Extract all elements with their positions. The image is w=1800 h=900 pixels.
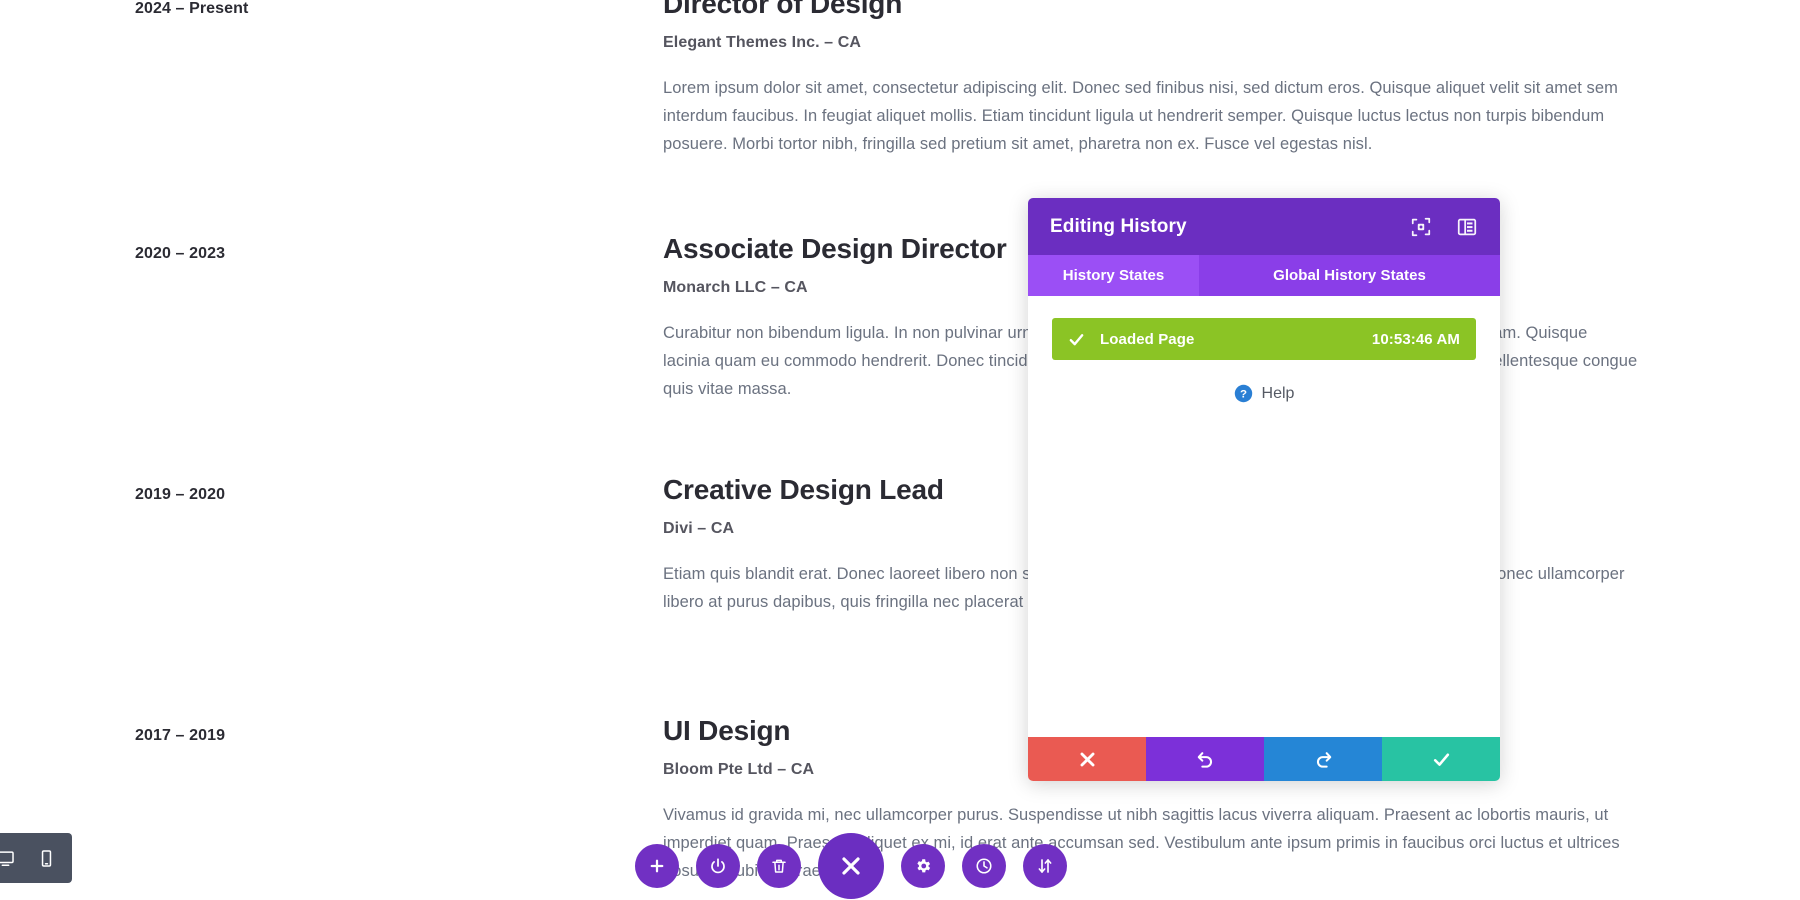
entry-date: 2017 – 2019 (135, 727, 226, 744)
modal-tabs: History States Global History States (1028, 255, 1500, 296)
responsive-preview-bar (0, 833, 72, 883)
floating-toolbar (635, 833, 1067, 899)
page-root: 2024 – Present Director of Design Elegan… (0, 0, 1800, 900)
modal-title: Editing History (1050, 215, 1187, 237)
help-label: Help (1261, 384, 1295, 402)
layout-panel-icon[interactable] (1456, 216, 1478, 238)
entry-title: Director of Design (663, 0, 903, 19)
close-main-button[interactable] (818, 833, 884, 899)
modal-save-button[interactable] (1382, 737, 1500, 781)
modal-undo-button[interactable] (1146, 737, 1264, 781)
svg-text:?: ? (1240, 389, 1247, 401)
history-state-time: 10:53:46 AM (1371, 330, 1460, 348)
help-question-icon: ? (1234, 384, 1253, 403)
desktop-view-button[interactable] (0, 849, 15, 868)
entry-date: 2019 – 2020 (135, 486, 226, 503)
sort-button[interactable] (1023, 844, 1067, 888)
help-link[interactable]: ? Help (1052, 384, 1476, 403)
entry-date: 2020 – 2023 (135, 245, 226, 262)
history-button[interactable] (962, 844, 1006, 888)
modal-header: Editing History (1028, 198, 1500, 255)
entry-company: Elegant Themes Inc. – CA (663, 34, 862, 52)
entry-body: Director of Design Elegant Themes Inc. –… (663, 0, 1638, 158)
modal-close-button[interactable] (1028, 737, 1146, 781)
add-button[interactable] (635, 844, 679, 888)
modal-footer (1028, 737, 1500, 781)
tab-global-history-states[interactable]: Global History States (1199, 255, 1500, 296)
phone-view-button[interactable] (37, 849, 56, 868)
history-state-label: Loaded Page (1100, 330, 1195, 348)
focus-icon[interactable] (1410, 216, 1432, 238)
modal-redo-button[interactable] (1264, 737, 1382, 781)
editing-history-modal: Editing History History States Global Hi… (1028, 198, 1500, 781)
trash-button[interactable] (757, 844, 801, 888)
entry-text: Lorem ipsum dolor sit amet, consectetur … (663, 79, 1618, 154)
tab-history-states[interactable]: History States (1028, 255, 1199, 296)
history-state-row[interactable]: Loaded Page 10:53:46 AM (1052, 318, 1476, 360)
power-button[interactable] (696, 844, 740, 888)
entry-date: 2024 – Present (135, 0, 249, 17)
modal-header-icons (1410, 216, 1478, 238)
check-icon (1068, 331, 1085, 348)
settings-button[interactable] (901, 844, 945, 888)
modal-body: Loaded Page 10:53:46 AM ? Help (1028, 296, 1500, 737)
